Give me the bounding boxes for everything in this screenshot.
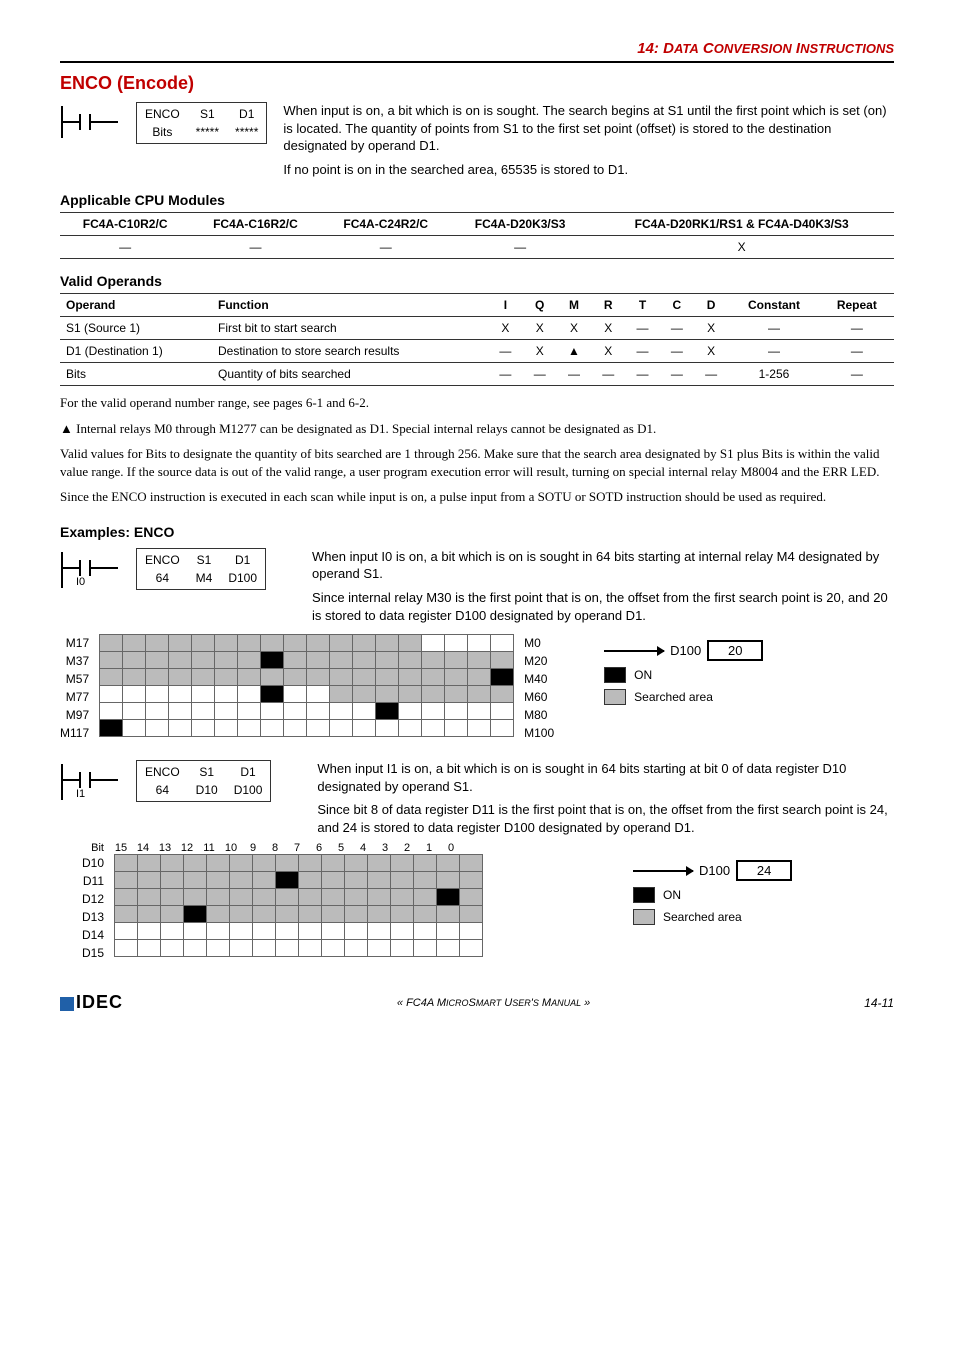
description-block: When input is on, a bit which is on is s… [283,102,894,178]
cpu-h1: FC4A-C16R2/C [190,213,320,236]
ops-h-c: C [660,294,694,317]
ex1-desc-block: When input I0 is on, a bit which is on i… [312,548,894,624]
valid-operands-heading: Valid Operands [60,273,894,289]
instruction-box-generic: ENCOS1D1 Bits********** [136,102,267,144]
bits-label: Bits [137,123,188,143]
cpu-c1: — [190,236,320,259]
ladder-diagram-ex2 [60,760,120,804]
cpu-c4: X [589,236,894,259]
ex2-input-label: I1 [76,788,85,800]
ex2-desc-block: When input I1 is on, a bit which is on i… [317,760,894,836]
instr-name: ENCO [137,103,188,123]
d1-val: ***** [227,123,266,143]
bit-label: Bit [60,842,110,854]
ops-h-t: T [625,294,659,317]
ex2-desc-b: Since bit 8 of data register D11 is the … [317,801,894,836]
cpu-c0: — [60,236,190,259]
ex1-result-label: D100 [670,643,701,658]
idec-logo: IDEC [60,992,123,1013]
footer: IDEC « FC4A MICROSMART USER'S MANUAL » 1… [60,992,894,1013]
operands-table: Operand Function I Q M R T C D Constant … [60,293,894,386]
cpu-h2: FC4A-C24R2/C [321,213,451,236]
ex1-input-label: I0 [76,576,85,588]
ex1-result-value: 20 [707,640,763,661]
ex1-legend: D100 20 ON Searched area [604,634,763,711]
para-internal-relays: ▲ Internal relays M0 through M1277 can b… [60,420,894,438]
para-pulse-input: Since the ENCO instruction is executed i… [60,488,894,506]
ex2-bitgrid [114,854,483,957]
ex1-right-labels: M0 M20 M40 M60 M80 M100 [524,634,554,742]
s1-label: S1 [188,103,227,123]
footer-manual-title: « FC4A MICROSMART USER'S MANUAL » [397,997,590,1009]
cpu-h3: FC4A-D20K3/S3 [451,213,589,236]
page-number: 14-11 [864,996,894,1010]
ops-h-r: R [591,294,625,317]
instruction-box-ex1: ENCOS1D1 64M4D100 [136,548,266,590]
cpu-table: FC4A-C10R2/C FC4A-C16R2/C FC4A-C24R2/C F… [60,212,894,259]
legend-on-swatch [633,887,655,903]
ops-h-i: I [488,294,522,317]
cpu-h0: FC4A-C10R2/C [60,213,190,236]
ops-h-func: Function [212,294,488,317]
ex1-bitgrid [99,634,514,737]
d1-label: D1 [227,103,266,123]
ex2-result-value: 24 [736,860,792,881]
para-range: For the valid operand number range, see … [60,394,894,412]
legend-searched-swatch [633,909,655,925]
arrow-icon [633,870,693,872]
ops-row-d1: D1 (Destination 1) Destination to store … [60,340,894,363]
arrow-icon [604,650,664,652]
chapter-title: DATA CONVERSION INSTRUCTIONS [663,40,894,57]
s1-val: ***** [188,123,227,143]
chapter-header: 14: DATA CONVERSION INSTRUCTIONS [60,40,894,63]
examples-heading: Examples: ENCO [60,524,894,540]
ex1-left-labels: M17 M37 M57 M77 M97 M117 [60,634,89,742]
legend-searched-swatch [604,689,626,705]
ops-h-operand: Operand [60,294,212,317]
ladder-diagram-ex1 [60,548,120,592]
ex2-bit-headers: 1514131211109876543210 [110,842,462,854]
cpu-c2: — [321,236,451,259]
para-valid-values: Valid values for Bits to designate the q… [60,445,894,480]
instruction-box-ex2: ENCOS1D1 64D10D100 [136,760,271,802]
ladder-diagram-generic [60,102,120,142]
ops-h-q: Q [523,294,557,317]
legend-on-swatch [604,667,626,683]
cpu-h4: FC4A-D20RK1/RS1 & FC4A-D40K3/S3 [589,213,894,236]
ex2-legend: D100 24 ON Searched area [633,854,792,931]
ops-h-d: D [694,294,728,317]
ex1-desc-a: When input I0 is on, a bit which is on i… [312,548,894,583]
applicable-cpu-heading: Applicable CPU Modules [60,192,894,208]
section-title: ENCO (Encode) [60,73,894,94]
chapter-num: 14: [637,40,659,57]
ops-h-const: Constant [728,294,819,317]
ex1-desc-b: Since internal relay M30 is the first po… [312,589,894,624]
ops-row-s1: S1 (Source 1) First bit to start search … [60,317,894,340]
ex2-left-labels: D10 D11 D12 D13 D14 D15 [60,854,104,962]
cpu-c3: — [451,236,589,259]
ops-h-m: M [557,294,591,317]
desc-line-1: When input is on, a bit which is on is s… [283,102,894,155]
desc-line-2: If no point is on in the searched area, … [283,161,894,179]
ops-h-repeat: Repeat [820,294,894,317]
ex2-result-label: D100 [699,863,730,878]
ops-row-bits: Bits Quantity of bits searched — — — — —… [60,363,894,386]
ex2-desc-a: When input I1 is on, a bit which is on i… [317,760,894,795]
